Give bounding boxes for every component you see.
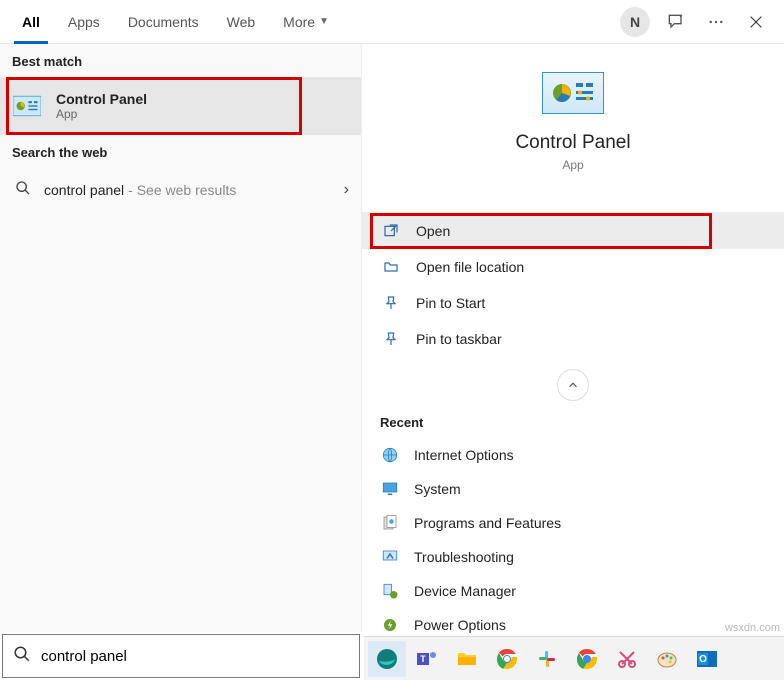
action-pin-start-label: Pin to Start (416, 295, 485, 311)
best-match-header: Best match (0, 44, 361, 77)
web-query-text: control panel (44, 182, 124, 198)
recent-item[interactable]: System (368, 472, 778, 506)
recent-item[interactable]: Programs and Features (368, 506, 778, 540)
taskbar-outlook[interactable]: O (688, 641, 726, 677)
tab-web[interactable]: Web (213, 0, 270, 44)
taskbar-chrome-2[interactable] (568, 641, 606, 677)
taskbar-chrome[interactable] (488, 641, 526, 677)
troubleshooting-icon (380, 547, 400, 567)
web-result[interactable]: control panel - See web results › (0, 168, 361, 212)
control-panel-icon (12, 91, 42, 121)
user-avatar[interactable]: N (620, 7, 650, 37)
taskbar-edge[interactable] (368, 641, 406, 677)
close-icon[interactable] (736, 2, 776, 42)
device-manager-icon (380, 581, 400, 601)
recent-item[interactable]: Internet Options (368, 438, 778, 472)
system-icon (380, 479, 400, 499)
tab-apps[interactable]: Apps (54, 0, 114, 44)
preview-subtitle: App (362, 158, 784, 172)
search-web-header: Search the web (0, 135, 361, 168)
collapse-button[interactable] (557, 369, 589, 401)
pin-icon (380, 331, 402, 347)
preview-panel: Control Panel App Open Open file locatio… (362, 44, 784, 632)
annotation-highlight (6, 77, 302, 135)
action-open-file-location-label: Open file location (416, 259, 524, 275)
folder-icon (380, 259, 402, 275)
best-match-title: Control Panel (56, 91, 147, 107)
search-box[interactable] (2, 634, 360, 678)
feedback-icon[interactable] (656, 2, 696, 42)
svg-text:O: O (699, 654, 707, 665)
action-pin-taskbar[interactable]: Pin to taskbar (362, 321, 784, 357)
internet-options-icon (380, 445, 400, 465)
more-options-icon[interactable] (696, 2, 736, 42)
taskbar-paint[interactable] (648, 641, 686, 677)
recent-item-label: Device Manager (414, 583, 516, 599)
preview-app-icon (542, 72, 604, 114)
results-panel: Best match Control Panel App Search the … (0, 44, 362, 632)
search-input[interactable] (41, 648, 349, 665)
best-match-subtitle: App (56, 107, 147, 121)
recent-item-label: System (414, 481, 461, 497)
recent-item[interactable]: Device Manager (368, 574, 778, 608)
pin-icon (380, 295, 402, 311)
recent-item[interactable]: Troubleshooting (368, 540, 778, 574)
preview-title: Control Panel (362, 132, 784, 154)
chevron-down-icon: ▼ (319, 16, 329, 27)
taskbar-slack[interactable] (528, 641, 566, 677)
tab-all[interactable]: All (8, 0, 54, 44)
taskbar: T O (364, 636, 784, 680)
web-hint-text: - See web results (128, 182, 236, 198)
svg-text:T: T (420, 654, 426, 664)
action-open-file-location[interactable]: Open file location (362, 249, 784, 285)
tab-more[interactable]: More▼ (269, 0, 343, 44)
chevron-right-icon: › (344, 181, 349, 199)
action-pin-taskbar-label: Pin to taskbar (416, 331, 502, 347)
recent-header: Recent (362, 401, 784, 438)
taskbar-explorer[interactable] (448, 641, 486, 677)
action-open[interactable]: Open (362, 213, 784, 249)
recent-item-label: Power Options (414, 617, 506, 633)
recent-item-label: Programs and Features (414, 515, 561, 531)
action-open-label: Open (416, 223, 450, 239)
open-icon (380, 223, 402, 239)
best-match-result[interactable]: Control Panel App (0, 77, 361, 135)
taskbar-snip[interactable] (608, 641, 646, 677)
recent-item-label: Troubleshooting (414, 549, 514, 565)
programs-icon (380, 513, 400, 533)
watermark-text: wsxdn.com (725, 622, 780, 634)
taskbar-teams[interactable]: T (408, 641, 446, 677)
tab-documents[interactable]: Documents (114, 0, 213, 44)
search-icon (13, 645, 31, 668)
recent-item-label: Internet Options (414, 447, 514, 463)
search-icon (12, 180, 34, 200)
power-options-icon (380, 615, 400, 635)
search-tabs: All Apps Documents Web More▼ N (0, 0, 784, 44)
action-pin-start[interactable]: Pin to Start (362, 285, 784, 321)
